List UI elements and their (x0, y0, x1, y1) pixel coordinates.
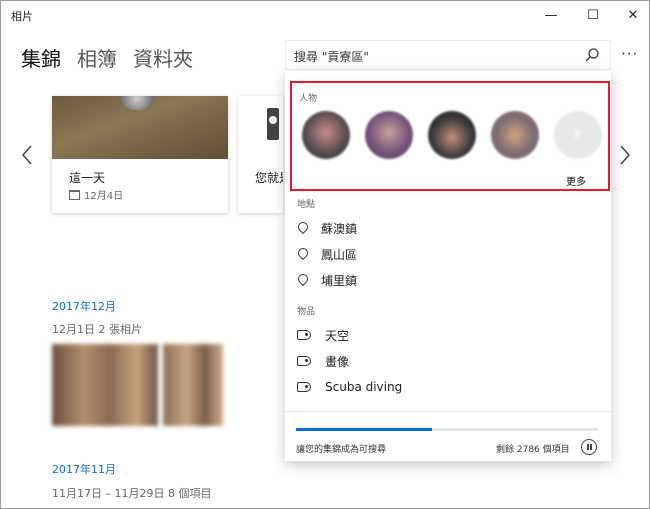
thing-label: 畫像 (325, 354, 350, 369)
search-icon[interactable] (584, 47, 600, 63)
more-people-avatar[interactable] (554, 111, 602, 159)
chevron-right-icon[interactable] (617, 143, 633, 167)
places-label: 地點 (297, 200, 316, 210)
nav-tabs: 集錦 相簿 資料夾 (21, 43, 193, 72)
thing-item[interactable]: 天空 (297, 325, 349, 345)
group-month[interactable]: 2017年11月 (52, 461, 116, 477)
thing-label: 天空 (325, 328, 350, 343)
person-avatar[interactable] (491, 111, 539, 159)
close-button[interactable]: ✕ (613, 1, 649, 29)
place-label: 蘇澳鎮 (321, 221, 358, 236)
location-pin-icon (297, 248, 307, 260)
search-input[interactable] (294, 46, 574, 66)
person-avatar[interactable] (302, 111, 350, 159)
search-suggestions: 人物 更多 地點 蘇澳鎮 鳳山區 埔里鎮 物品 天空 畫像 (285, 71, 611, 461)
card-title: 這一天 (69, 171, 106, 185)
photo-thumbnail[interactable] (163, 344, 223, 426)
minimize-button[interactable]: — (531, 1, 571, 29)
app-title: 相片 (11, 10, 33, 23)
things-label: 物品 (297, 307, 316, 317)
tab-collection[interactable]: 集錦 (21, 43, 61, 72)
chevron-left-icon[interactable] (19, 143, 35, 167)
more-people-link[interactable]: 更多 (566, 173, 586, 188)
tag-icon (297, 382, 311, 392)
film-icon (267, 108, 279, 140)
tab-albums[interactable]: 相簿 (77, 43, 117, 72)
group-month[interactable]: 2017年12月 (52, 298, 116, 314)
group-summary: 12月1日 2 張相片 (52, 323, 142, 336)
maximize-button[interactable]: ☐ (573, 1, 613, 29)
place-item[interactable]: 埔里鎮 (297, 270, 357, 290)
photos-window: 相片 — ☐ ✕ 集錦 相簿 資料夾 ··· 這一天 12月4日 您就是 (0, 0, 650, 509)
person-avatar[interactable] (365, 111, 413, 159)
memory-card[interactable]: 您就是 (238, 96, 283, 213)
card-image (238, 96, 283, 159)
place-label: 鳳山區 (321, 247, 358, 262)
photo-thumbnail[interactable] (52, 344, 158, 426)
title-bar: 相片 — ☐ ✕ (1, 1, 649, 29)
thing-item[interactable]: Scuba diving (297, 377, 402, 397)
indexing-status: 讓您的集錦成為可搜尋 (296, 445, 387, 455)
card-date: 12月4日 (84, 191, 124, 202)
pause-icon[interactable] (581, 439, 597, 455)
divider (285, 411, 611, 412)
more-options-button[interactable]: ··· (621, 45, 638, 63)
place-label: 埔里鎮 (321, 273, 358, 288)
place-item[interactable]: 蘇澳鎮 (297, 218, 357, 238)
location-pin-icon (297, 222, 307, 234)
place-item[interactable]: 鳳山區 (297, 244, 357, 264)
group-summary: 11月17日 – 11月29日 8 個項目 (52, 487, 212, 500)
calendar-icon (69, 189, 80, 200)
people-label: 人物 (299, 94, 318, 104)
search-box[interactable] (285, 40, 611, 70)
location-pin-icon (297, 274, 307, 286)
memory-card[interactable]: 這一天 12月4日 (52, 96, 228, 213)
indexing-progress-bar (296, 428, 598, 431)
card-image (52, 96, 228, 159)
person-avatar[interactable] (428, 111, 476, 159)
thing-label: Scuba diving (325, 380, 403, 394)
tag-icon (297, 330, 311, 340)
tab-folders[interactable]: 資料夾 (133, 43, 193, 72)
thing-item[interactable]: 畫像 (297, 351, 349, 371)
people-section: 人物 更多 (290, 81, 610, 191)
remaining-count: 剩餘 2786 個項目 (496, 445, 570, 455)
indexing-progress-fill (296, 428, 432, 431)
tag-icon (297, 356, 311, 366)
card-title: 您就是 (255, 171, 283, 185)
card-meta: 12月4日 (69, 187, 123, 202)
